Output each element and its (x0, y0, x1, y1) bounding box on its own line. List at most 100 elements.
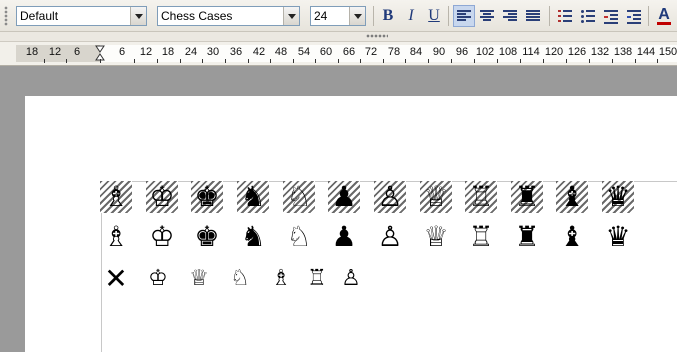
chess-piece-glyph: ♘ (286, 220, 312, 253)
chess-glyph-hatched[interactable]: ♜ (511, 181, 543, 213)
ruler-tick-mark (270, 59, 271, 63)
chess-glyph-small[interactable]: ♔ (142, 263, 174, 295)
paragraph-style-combo[interactable]: Default (16, 6, 147, 26)
chess-glyph-hatched[interactable]: ♛ (602, 181, 634, 213)
chess-piece-glyph: ♞ (240, 180, 266, 213)
font-size-combo[interactable]: 24 (310, 6, 366, 26)
chess-glyph-hatched[interactable]: ♔ (146, 181, 178, 213)
ruler-tick-label: 120 (544, 46, 564, 58)
chess-piece-glyph: ♛ (605, 180, 631, 213)
justify-button[interactable] (522, 5, 544, 27)
align-right-icon (503, 10, 517, 22)
ruler-tick-mark (497, 59, 498, 63)
ruler-tick-label: 30 (206, 46, 220, 58)
italic-button[interactable]: I (400, 5, 422, 27)
font-name-combo[interactable]: Chess Cases (157, 6, 300, 26)
decrease-indent-button[interactable] (600, 5, 622, 27)
paragraph-style-value: Default (20, 9, 59, 23)
chess-piece-glyph: ♗ (103, 220, 129, 253)
cross-glyph[interactable]: ✕ (100, 263, 132, 295)
chess-glyph[interactable]: ♕ (420, 221, 452, 253)
chess-glyph-small[interactable]: ♘ (224, 263, 256, 295)
chess-glyph-hatched[interactable]: ♚ (191, 181, 223, 213)
chess-glyph-small[interactable]: ♖ (301, 263, 333, 295)
chess-glyph-hatched[interactable]: ♘ (283, 181, 315, 213)
ruler-tick-mark (44, 59, 45, 63)
chess-glyph[interactable]: ♗ (100, 221, 132, 253)
chevron-down-icon[interactable] (349, 7, 365, 25)
chess-glyph[interactable]: ♞ (237, 221, 269, 253)
toolbar-separator (448, 6, 449, 26)
chess-glyph-hatched[interactable]: ♞ (237, 181, 269, 213)
align-center-button[interactable] (476, 5, 498, 27)
chess-glyph[interactable]: ♔ (146, 221, 178, 253)
horizontal-ruler[interactable]: 18 12 6 6 12 18 24 30 36 42 48 54 60 66 72 78 84 90 96 102 1… (0, 42, 677, 66)
chess-piece-glyph: ♘ (286, 180, 312, 213)
font-color-button[interactable]: A (653, 5, 675, 27)
ruler-tick-mark (383, 59, 384, 63)
align-right-button[interactable] (499, 5, 521, 27)
ruler-tick-label: 12 (139, 46, 153, 58)
increase-indent-icon (627, 10, 641, 24)
ruler-tick-label: 78 (387, 46, 401, 58)
chess-glyph[interactable]: ♟ (328, 221, 360, 253)
chess-piece-glyph: ♗ (103, 180, 129, 213)
ruler-tick-mark (589, 59, 590, 63)
chess-piece-glyph: ♛ (605, 220, 631, 253)
underline-icon: U (428, 7, 440, 24)
chess-glyph-small[interactable]: ♙ (335, 263, 367, 295)
chevron-down-icon[interactable] (130, 7, 146, 25)
font-name-value: Chess Cases (161, 9, 233, 23)
chess-piece-glyph: ♟ (331, 180, 357, 213)
font-size-value: 24 (314, 9, 328, 23)
chess-piece-glyph: ♙ (377, 180, 403, 213)
toolbar-grip-icon[interactable] (4, 6, 8, 26)
chess-glyph[interactable]: ♘ (283, 221, 315, 253)
ruler-tick-label: 72 (364, 46, 378, 58)
ruler-tick-mark (657, 59, 658, 63)
chess-piece-glyph: ♜ (514, 180, 540, 213)
chess-glyph-hatched[interactable]: ♕ (420, 181, 452, 213)
numbering-button[interactable] (554, 5, 576, 27)
ruler-tick-label: 114 (522, 46, 540, 58)
chess-piece-glyph: ♝ (559, 220, 585, 253)
chess-glyph[interactable]: ♙ (374, 221, 406, 253)
ruler-tick-label: 108 (498, 46, 518, 58)
splitter-grip-icon[interactable] (366, 34, 388, 38)
ruler-tick-label: 126 (567, 46, 587, 58)
chess-glyph[interactable]: ♚ (191, 221, 223, 253)
chess-glyph[interactable]: ♝ (556, 221, 588, 253)
align-left-button[interactable] (453, 5, 475, 27)
chess-piece-glyph: ♕ (423, 180, 449, 213)
ruler-tick-label: 6 (73, 46, 81, 58)
toolbar-separator (373, 6, 374, 26)
justify-icon (526, 10, 540, 22)
ruler-tick-mark (474, 59, 475, 63)
chess-glyph-hatched[interactable]: ♝ (556, 181, 588, 213)
bold-button[interactable]: B (377, 5, 399, 27)
chess-piece-glyph: ♔ (148, 266, 168, 291)
chess-glyph-hatched[interactable]: ♙ (374, 181, 406, 213)
chess-glyph-hatched[interactable]: ♗ (100, 181, 132, 213)
ruler-tick-mark (612, 59, 613, 63)
ruler-tick-label: 6 (118, 46, 126, 58)
ruler-tick-mark (360, 59, 361, 63)
toolbar-splitter[interactable] (0, 32, 677, 42)
chess-glyph[interactable]: ♛ (602, 221, 634, 253)
underline-button[interactable]: U (423, 5, 445, 27)
chess-glyph[interactable]: ♜ (511, 221, 543, 253)
bold-icon: B (382, 7, 394, 24)
chess-piece-glyph: ♗ (271, 266, 291, 291)
bullet-list-icon (581, 10, 595, 23)
chevron-down-icon[interactable] (283, 7, 299, 25)
chess-glyph[interactable]: ♖ (465, 221, 497, 253)
chess-glyph-small[interactable]: ♗ (265, 263, 297, 295)
decrease-indent-icon (604, 10, 618, 24)
chess-glyph-small[interactable]: ♕ (183, 263, 215, 295)
increase-indent-button[interactable] (623, 5, 645, 27)
chess-glyph-hatched[interactable]: ♖ (465, 181, 497, 213)
bullets-button[interactable] (577, 5, 599, 27)
ruler-tick-mark (635, 59, 636, 63)
ruler-tick-mark (134, 59, 135, 63)
chess-glyph-hatched[interactable]: ♟ (328, 181, 360, 213)
